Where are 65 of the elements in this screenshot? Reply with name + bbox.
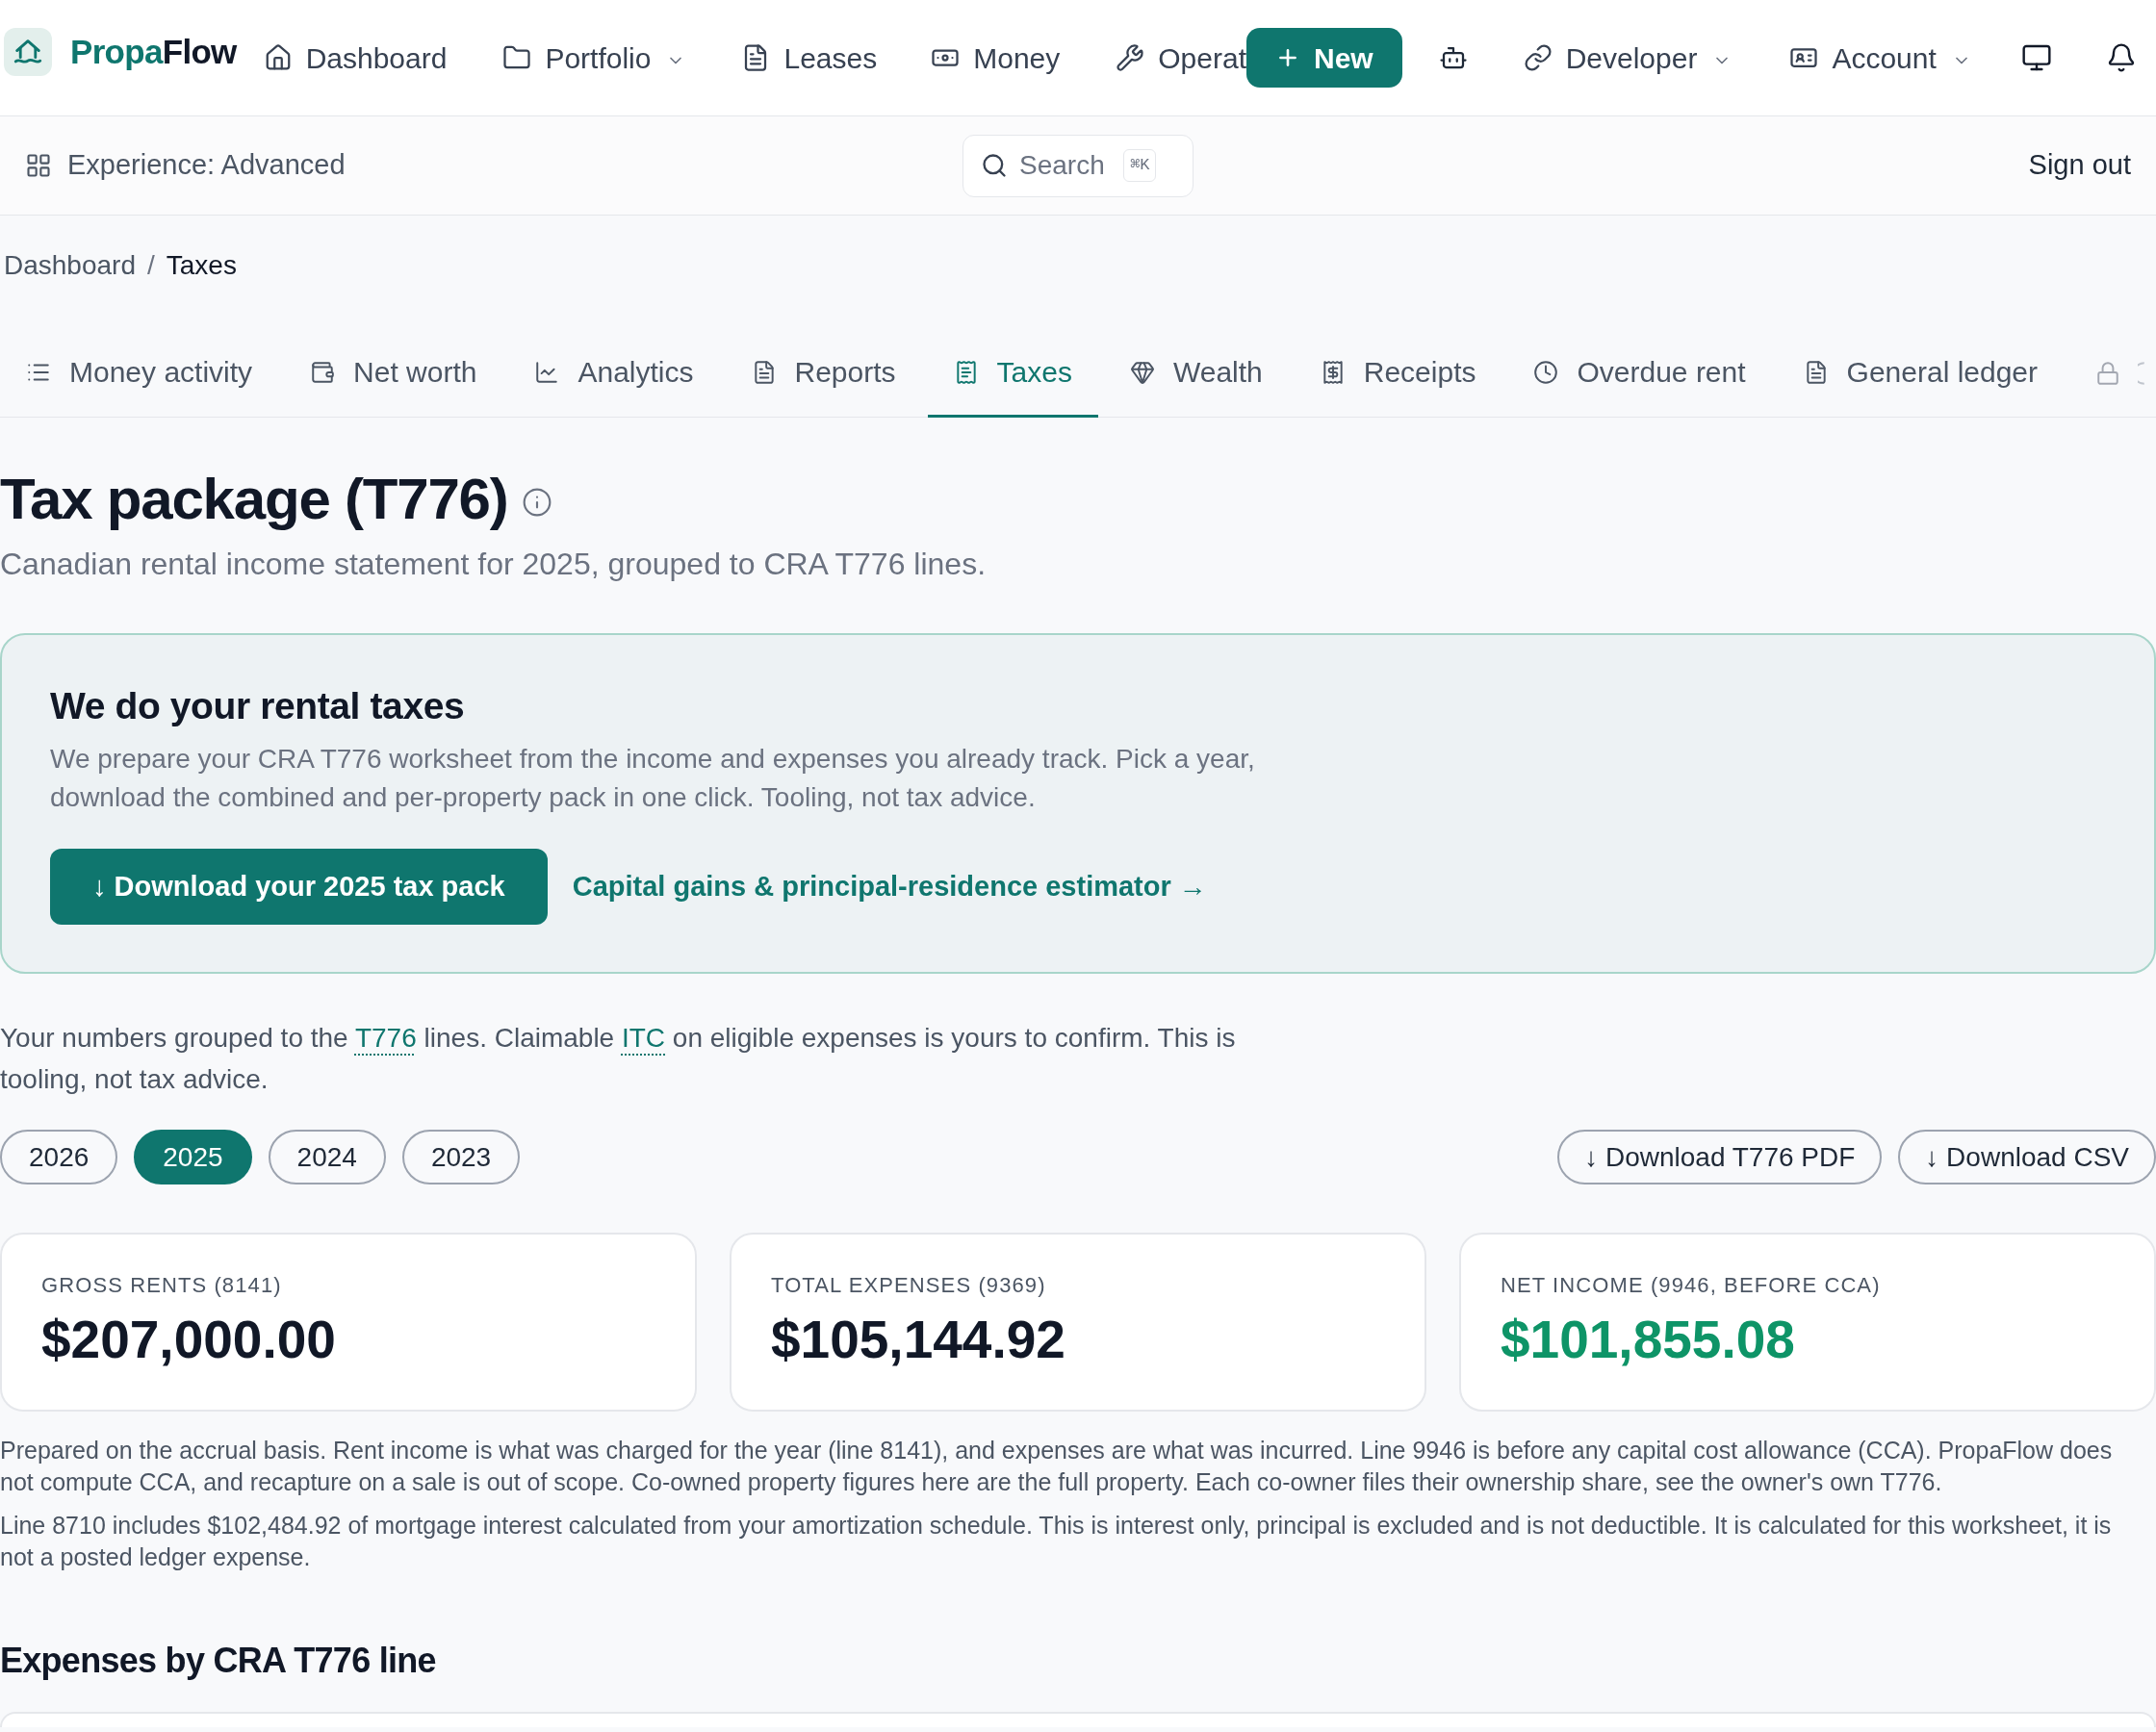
tab[interactable]: Overdue rent	[1507, 337, 1772, 418]
banner-title: We do your rental taxes	[50, 684, 466, 728]
lock-icon	[2095, 360, 2121, 386]
logo-icon	[4, 28, 52, 76]
brand-wordmark: PropaFlow	[70, 31, 237, 72]
tab[interactable]: Wealth	[1103, 337, 1289, 418]
stat-label: GROSS RENTS (8141)	[41, 1272, 283, 1299]
line-chart-icon	[534, 359, 560, 385]
clock-icon	[1533, 359, 1559, 385]
stat-value: $105,144.92	[771, 1309, 1066, 1370]
year-button[interactable]: 2026	[0, 1130, 118, 1184]
bell-icon	[2106, 42, 2137, 73]
new-button[interactable]: New	[1245, 28, 1402, 88]
tab[interactable]: Reports	[725, 337, 922, 418]
sign-out-link[interactable]: Sign out	[2028, 144, 2131, 187]
glossary-link[interactable]: ITC	[621, 1023, 666, 1053]
stat-label: TOTAL EXPENSES (9369)	[771, 1272, 1047, 1299]
nav-link[interactable]: Operat	[1116, 36, 1246, 80]
gem-icon	[1129, 359, 1155, 385]
year-button[interactable]: 2024	[268, 1130, 386, 1184]
estimator-link[interactable]: Capital gains & principal-residence estimator →	[572, 865, 1207, 908]
nav-link[interactable]: Money	[931, 36, 1061, 80]
page-title: Tax package (T776)	[0, 466, 508, 533]
search-box[interactable]: Search ⌘K	[962, 134, 1194, 197]
nav-link[interactable]: Leases	[741, 36, 878, 80]
nav-link[interactable]: Dashboard	[263, 36, 448, 80]
tab[interactable]: Net worth	[284, 337, 503, 418]
glossary-link[interactable]: T776	[354, 1023, 417, 1053]
monitor-icon	[2021, 42, 2052, 73]
download-button[interactable]: ↓ Download CSV	[1898, 1130, 2156, 1184]
tab[interactable]: Taxes	[927, 337, 1098, 418]
nav-link[interactable]: Account	[1789, 36, 1971, 80]
download-button[interactable]: ↓ Download T776 PDF	[1557, 1130, 1883, 1184]
tab[interactable]: Analytics	[508, 337, 720, 418]
search-field[interactable]: Search	[1019, 145, 1112, 186]
section-title: Expenses by CRA T776 line	[0, 1640, 437, 1682]
breadcrumb-link[interactable]: Dashboard	[4, 246, 136, 285]
year-button[interactable]: 2023	[401, 1130, 521, 1184]
link-icon	[1523, 43, 1553, 72]
download-pack-button[interactable]: ↓ Download your 2025 tax pack	[50, 849, 548, 925]
stat-label: NET INCOME (9946, BEFORE CCA)	[1501, 1272, 1882, 1299]
banner-text: We prepare your CRA T776 worksheet from the income and expenses you already track. Pick a year, download the combined and per-property pack in one click. Tooling, not tax advice.	[50, 743, 1256, 814]
intro-text: Your numbers grouped to the T776 lines. Claimable ITC on eligible expenses is yours to confirm. This is tooling, not tax advice.	[0, 1022, 1237, 1096]
info-icon[interactable]	[521, 487, 552, 518]
breadcrumb-current: Taxes	[166, 249, 237, 282]
footnote-text: Line 8710 includes $102,484.92 of mortgage interest calculated from your amortization schedule. This is interest only, principal is excluded and is not deductible. It is calculated for this worksheet, it is not a posted ledger expense.	[0, 1511, 2113, 1572]
year-button[interactable]: 2025	[134, 1130, 252, 1184]
experience-toggle[interactable]: Experience: Advanced	[25, 144, 346, 187]
tab[interactable]: Receipts	[1294, 337, 1502, 418]
stat-value: $207,000.00	[41, 1309, 337, 1370]
wallet-icon	[310, 359, 336, 385]
tab[interactable]: General ledger	[1777, 337, 2065, 418]
wrench-icon	[1116, 43, 1145, 72]
page-subtitle: Canadian rental income statement for 2025, grouped to CRA T776 lines.	[0, 546, 988, 583]
footnote-text: Prepared on the accrual basis. Rent income is what was charged for the year (line 8141), and expenses are what was incurred. Line 9946 is before any capital cost allowance (CCA). PropaFlow does not compute CCA, and recapture on a sale is out of scope. Co-owned property figures here are the full property. Each co-owner files their ownership share, see the owner's own T776.	[0, 1436, 2114, 1497]
notifications-button[interactable]	[2106, 42, 2137, 73]
stat-value: $101,855.08	[1501, 1309, 1796, 1370]
nav-link[interactable]: Developer	[1523, 36, 1732, 80]
grid-icon	[25, 152, 52, 179]
nav-link[interactable]: Portfolio	[502, 36, 686, 80]
tab[interactable]: Money activity	[0, 337, 279, 418]
breadcrumb-separator: /	[147, 249, 155, 282]
display-button[interactable]	[2021, 42, 2052, 73]
search-icon	[981, 152, 1008, 179]
shortcut-key: ⌘K	[1123, 149, 1157, 182]
